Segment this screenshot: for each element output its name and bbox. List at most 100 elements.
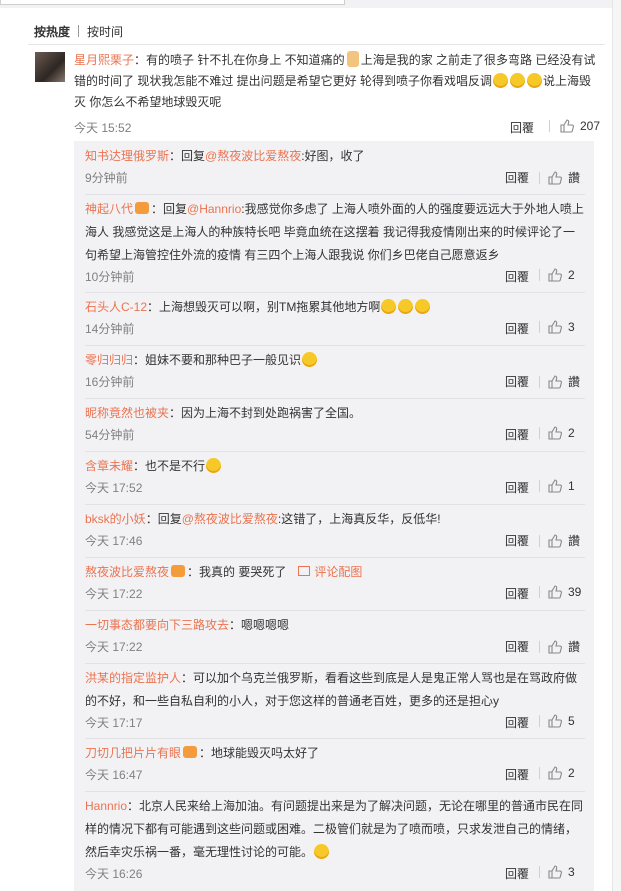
like-count: 5 bbox=[568, 714, 575, 728]
main-comment-text: 星月熙栗子：有的喷子 针不扎在你身上 不知道痛的 上海是我的家 之前走了很多弯路 … bbox=[74, 51, 596, 109]
reply-time: 今天 17:17 bbox=[85, 716, 143, 730]
emoji-icon bbox=[314, 844, 330, 859]
tab-divider bbox=[78, 25, 80, 37]
reply-divider bbox=[85, 194, 585, 195]
comment-time: 今天 15:52 bbox=[74, 121, 132, 135]
reply-text: 知书达理俄罗斯：回复@熬夜波比爱熬夜:好图，收了 bbox=[85, 145, 585, 168]
thumbs-up-emoji-icon bbox=[346, 51, 359, 67]
reply-username[interactable]: 刀切几把片片有眼 bbox=[85, 746, 181, 760]
reply-item: 零归归归：姐妹不要和那种巴子一般见识 16分钟前 回覆 讚 bbox=[85, 349, 585, 392]
like-button[interactable]: 讚 bbox=[539, 169, 585, 186]
meta-divider bbox=[539, 480, 540, 492]
reply-item: 含章未耀：也不是不行 今天 17:52 回覆 1 bbox=[85, 455, 585, 498]
replies-panel: 知书达理俄罗斯：回复@熬夜波比爱熬夜:好图，收了 9分钟前 回覆讚神起八代 ：回复@H… bbox=[74, 141, 594, 891]
reply-time: 10分钟前 bbox=[85, 270, 135, 284]
reply-item: bksk的小妖：回复@熬夜波比爱熬夜:这错了，上海真反华，反低华! 今天 17:4… bbox=[85, 508, 585, 551]
reply-button[interactable]: 回覆 bbox=[505, 426, 529, 443]
reply-button[interactable]: 回覆 bbox=[505, 766, 529, 783]
reply-prefix: ： bbox=[127, 799, 140, 813]
emoji-icon bbox=[381, 299, 397, 314]
thumbs-up-icon bbox=[548, 374, 562, 389]
top-scroll-area bbox=[0, 0, 621, 8]
reply-meta: 今天 17:52 回覆 1 bbox=[85, 478, 585, 498]
reply-button[interactable]: 回覆 bbox=[505, 373, 529, 390]
like-count: 1 bbox=[568, 479, 575, 493]
like-button[interactable]: 讚 bbox=[539, 532, 585, 549]
reply-button[interactable]: 回覆 bbox=[505, 638, 529, 655]
reply-username[interactable]: 含章未耀 bbox=[85, 459, 133, 473]
mention-link[interactable]: @熬夜波比爱熬夜 bbox=[205, 149, 301, 163]
reply-meta: 今天 17:46 回覆 讚 bbox=[85, 531, 585, 551]
reply-button[interactable]: 回覆 bbox=[505, 320, 529, 337]
thumbs-up-icon bbox=[548, 714, 562, 728]
reply-button[interactable]: 回覆 bbox=[505, 585, 529, 602]
meta-divider bbox=[539, 171, 540, 184]
view-image-link[interactable]: 评论配图 bbox=[314, 565, 362, 579]
reply-button[interactable]: 回覆 bbox=[510, 119, 534, 136]
mention-link[interactable]: @熬夜波比爱熬夜 bbox=[182, 512, 278, 526]
image-icon bbox=[298, 566, 311, 576]
reply-username[interactable]: 一切事态都要向下三路攻去 bbox=[85, 618, 229, 632]
like-count: 207 bbox=[579, 119, 600, 133]
reply-username[interactable]: 石头人C-12 bbox=[85, 300, 147, 314]
reply-username[interactable]: 神起八代 bbox=[85, 202, 133, 216]
like-button[interactable]: 39 bbox=[539, 585, 585, 599]
reply-time: 今天 16:26 bbox=[85, 867, 143, 881]
reply-meta: 54分钟前 回覆 2 bbox=[85, 425, 585, 445]
tab-sort-time[interactable]: 按时间 bbox=[87, 23, 123, 40]
reply-prefix: ： bbox=[199, 746, 212, 760]
reply-body: 上海想毁灭可以啊，别TM拖累其他地方啊 bbox=[159, 300, 381, 314]
reply-username[interactable]: bksk的小妖 bbox=[85, 512, 146, 526]
reply-username[interactable]: 零归归归 bbox=[85, 353, 133, 367]
reply-item: 昵称竟然也被夹：因为上海不封到处跑祸害了全国。 54分钟前 回覆 2 bbox=[85, 402, 585, 445]
reply-divider bbox=[85, 791, 585, 792]
thumbs-up-icon bbox=[548, 639, 562, 654]
reply-divider bbox=[85, 663, 585, 664]
reply-username[interactable]: 熬夜波比爱熬夜 bbox=[85, 565, 169, 579]
like-button[interactable]: 3 bbox=[539, 320, 585, 334]
thumbs-up-icon bbox=[548, 268, 562, 282]
reply-meta: 10分钟前 回覆 2 bbox=[85, 267, 585, 287]
reply-username[interactable]: 洪某的指定监护人 bbox=[85, 671, 181, 685]
like-button[interactable]: 讚 bbox=[539, 373, 585, 390]
like-button[interactable]: 讚 bbox=[539, 638, 585, 655]
like-button[interactable]: 207 bbox=[548, 119, 600, 133]
like-button[interactable]: 5 bbox=[539, 714, 585, 728]
like-button[interactable]: 3 bbox=[539, 865, 585, 879]
tab-sort-hot[interactable]: 按热度 bbox=[34, 23, 70, 40]
mention-link[interactable]: @Hannrio bbox=[187, 202, 241, 216]
reply-meta: 16分钟前 回覆 讚 bbox=[85, 372, 585, 392]
meta-divider bbox=[539, 640, 540, 653]
comment-username[interactable]: 星月熙栗子 bbox=[74, 53, 134, 67]
like-button[interactable]: 2 bbox=[539, 766, 585, 780]
reply-text: 含章未耀：也不是不行 bbox=[85, 455, 585, 478]
reply-button[interactable]: 回覆 bbox=[505, 714, 529, 731]
reply-button[interactable]: 回覆 bbox=[505, 532, 529, 549]
reply-button[interactable]: 回覆 bbox=[505, 865, 529, 882]
reply-prefix: ： bbox=[133, 459, 146, 473]
avatar[interactable] bbox=[35, 52, 65, 82]
meta-divider bbox=[539, 427, 540, 439]
reply-body: 因为上海不封到处跑祸害了全国。 bbox=[181, 406, 362, 420]
like-button[interactable]: 1 bbox=[539, 479, 585, 493]
like-button[interactable]: 2 bbox=[539, 268, 585, 282]
reply-text: 神起八代 ：回复@Hannrio:我感觉你多虑了 上海人喷外面的人的强度要远远大于… bbox=[85, 198, 585, 267]
reply-prefix: ： bbox=[147, 300, 160, 314]
like-button[interactable]: 2 bbox=[539, 426, 585, 440]
reply-username[interactable]: 昵称竟然也被夹 bbox=[85, 406, 169, 420]
reply-text: 零归归归：姐妹不要和那种巴子一般见识 bbox=[85, 349, 585, 372]
reply-prefix: ：回复 bbox=[145, 512, 182, 526]
reply-item: 一切事态都要向下三路攻去：嗯嗯嗯嗯 今天 17:22 回覆 讚 bbox=[85, 614, 585, 657]
scrollbar[interactable] bbox=[612, 0, 621, 891]
reply-button[interactable]: 回覆 bbox=[505, 479, 529, 496]
reply-username[interactable]: 知书达理俄罗斯 bbox=[85, 149, 169, 163]
thumbs-up-icon bbox=[548, 320, 562, 334]
reply-meta: 今天 17:17 回覆 5 bbox=[85, 713, 585, 733]
reply-username[interactable]: Hannrio bbox=[85, 799, 127, 813]
like-count: 讚 bbox=[568, 640, 581, 654]
like-count: 2 bbox=[568, 426, 575, 440]
reply-button[interactable]: 回覆 bbox=[505, 268, 529, 285]
reply-prefix: ： bbox=[181, 671, 194, 685]
reply-button[interactable]: 回覆 bbox=[505, 169, 529, 186]
meta-divider bbox=[539, 866, 540, 878]
